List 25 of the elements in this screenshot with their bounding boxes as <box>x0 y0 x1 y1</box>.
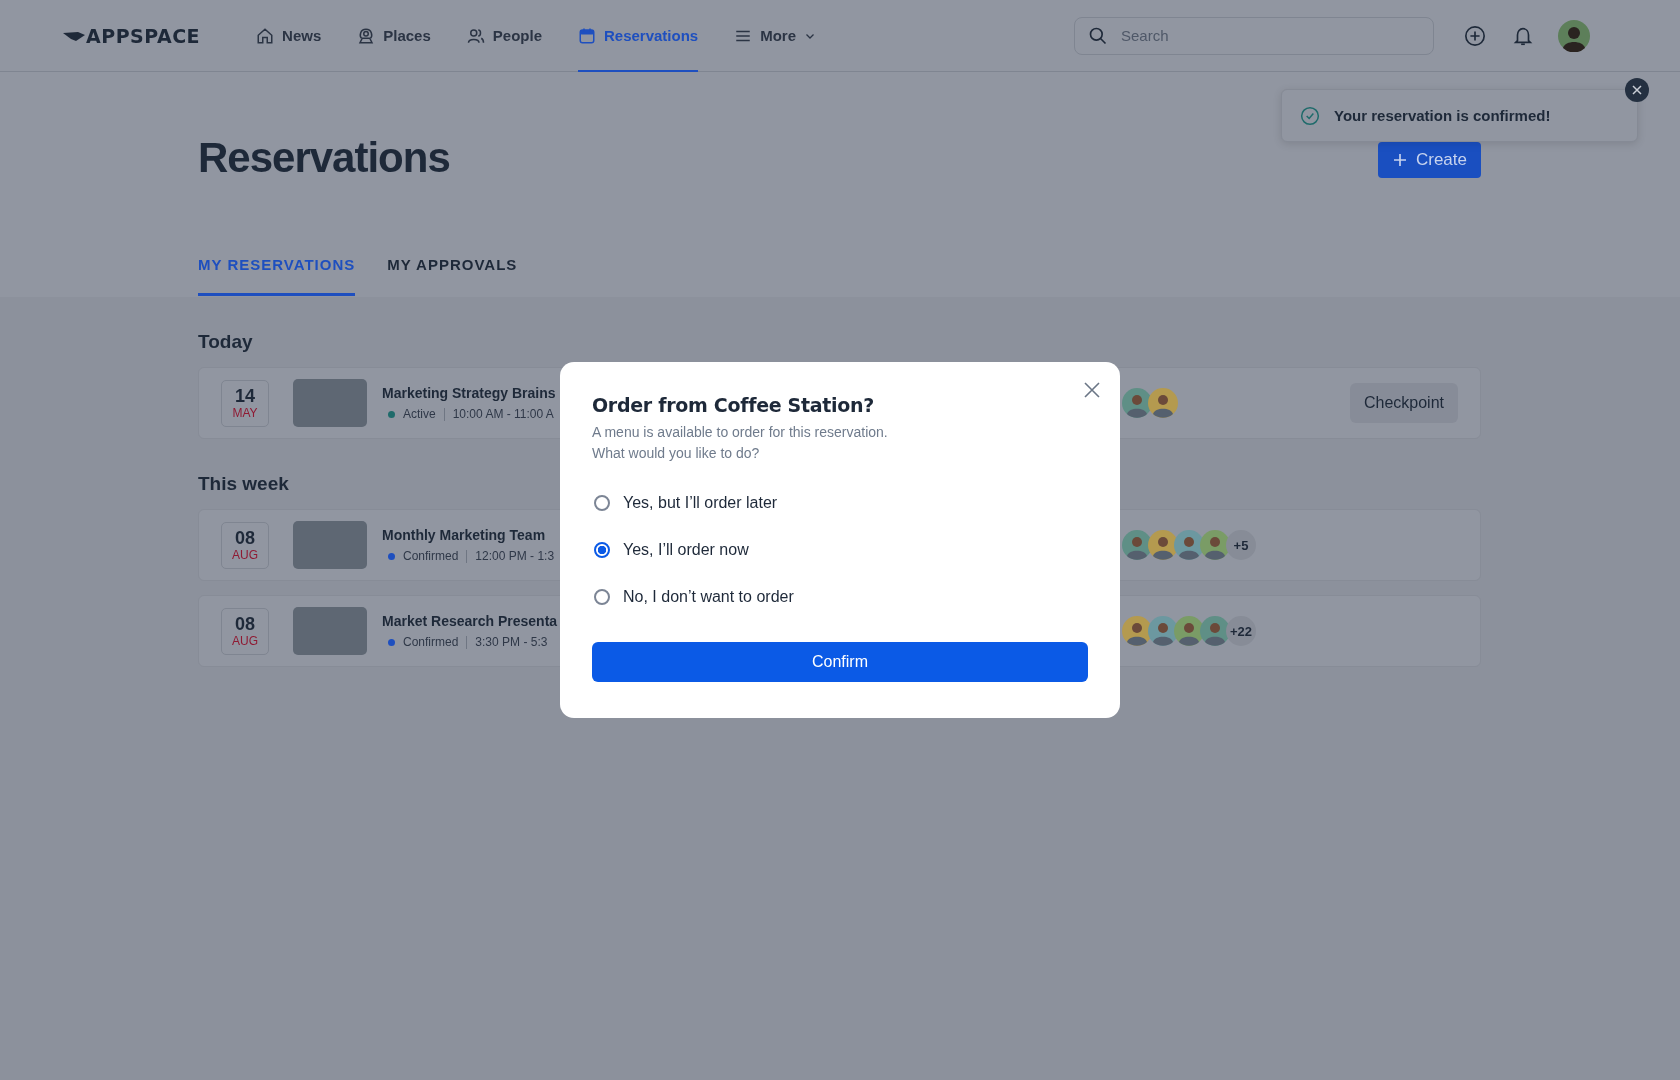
section-heading: This week <box>198 473 289 495</box>
status-text: Confirmed <box>403 635 459 649</box>
reservation-title: Marketing Strategy Brains <box>382 385 556 401</box>
date-day: 14 <box>235 386 255 406</box>
date-day: 08 <box>235 614 255 634</box>
page-title: Reservations <box>198 134 450 182</box>
section-heading: Today <box>198 331 253 353</box>
logo-text: APPSPACE <box>86 24 201 47</box>
date-month: AUG <box>232 548 258 562</box>
reservation-title: Monthly Marketing Team <box>382 527 546 543</box>
date-month: MAY <box>232 406 258 420</box>
dialog-title: Order from Coffee Station? <box>592 394 875 416</box>
reservation-title: Market Research Presenta <box>382 613 558 629</box>
date-month: AUG <box>232 634 258 648</box>
time-range: 3:30 PM - 5:3 <box>475 635 548 649</box>
dialog-description: What would you like to do? <box>592 444 761 463</box>
more-attendees-count: +22 <box>1226 616 1256 646</box>
time-range: 12:00 PM - 1:3 <box>475 549 555 563</box>
status-text: Active <box>403 407 436 421</box>
time-range: 10:00 AM - 11:00 A <box>452 407 554 421</box>
toast-message: Your reservation is confirmed! <box>1334 107 1551 124</box>
status-text: Confirmed <box>403 549 459 563</box>
dialog-description: A menu is available to order for this reservation. <box>592 423 889 442</box>
date-day: 08 <box>235 528 255 548</box>
more-attendees-count: +5 <box>1226 530 1256 560</box>
